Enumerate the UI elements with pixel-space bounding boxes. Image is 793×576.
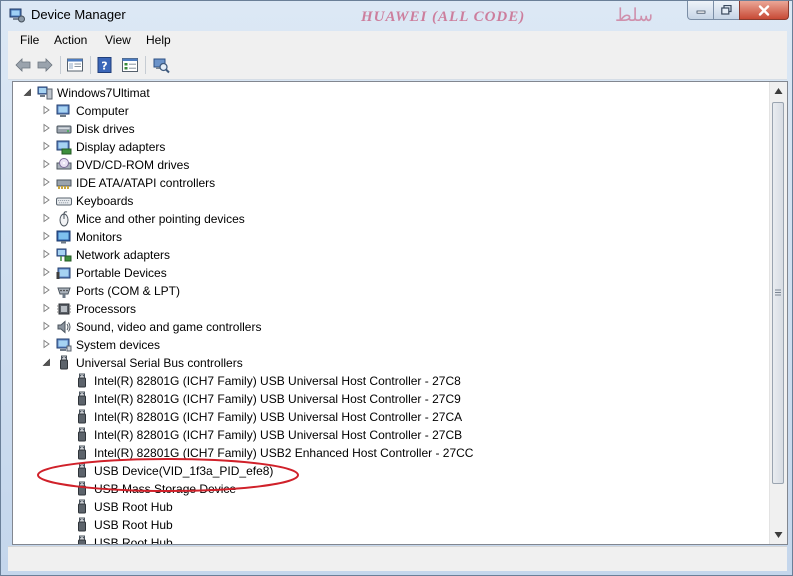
expand-arrow-icon[interactable]: [40, 176, 52, 188]
tree-item-label: USB Root Hub: [94, 536, 173, 544]
tree-item-label: Disk drives: [76, 122, 135, 136]
svg-text:?: ?: [101, 60, 107, 73]
device-manager-icon: [9, 8, 25, 23]
tree-item-label: Sound, video and game controllers: [76, 320, 262, 334]
tree-item-label: Display adapters: [76, 140, 166, 154]
portable-device-icon: [56, 267, 71, 279]
computer-icon: [56, 104, 70, 117]
mouse-icon: [59, 211, 69, 227]
scan-hardware-icon[interactable]: [152, 56, 170, 74]
toolbar-separator: [90, 56, 91, 74]
tree-item-label: Intel(R) 82801G (ICH7 Family) USB Univer…: [94, 428, 463, 442]
toolbar-separator: [145, 56, 146, 74]
close-button[interactable]: [739, 1, 789, 20]
tree-item-label: Portable Devices: [76, 266, 167, 280]
tree-item-label: USB Root Hub: [94, 500, 173, 514]
close-icon: [758, 4, 770, 16]
menu-file[interactable]: File: [20, 33, 39, 47]
tree-item-label: Windows7Ultimat: [57, 86, 150, 100]
menu-bar: File Action View Help: [8, 31, 787, 51]
tree-item-label: Intel(R) 82801G (ICH7 Family) USB Univer…: [94, 392, 461, 406]
scrollbar-thumb[interactable]: [772, 102, 784, 484]
expand-arrow-icon[interactable]: [40, 266, 52, 278]
restore-icon: [721, 5, 732, 15]
collapse-arrow-icon[interactable]: [40, 356, 52, 368]
menu-help[interactable]: Help: [146, 33, 171, 47]
usb-device-icon: [78, 373, 86, 388]
back-arrow-icon[interactable]: [14, 56, 32, 74]
expand-arrow-icon[interactable]: [40, 122, 52, 134]
show-hide-console-tree-icon[interactable]: [66, 56, 84, 74]
tree-item-label: System devices: [76, 338, 161, 352]
usb-icon: [60, 355, 68, 370]
restore-button[interactable]: [713, 1, 740, 20]
tree-item-label: Intel(R) 82801G (ICH7 Family) USB Univer…: [94, 410, 463, 424]
tree-item-label: Universal Serial Bus controllers: [76, 356, 243, 370]
help-icon[interactable]: ?: [96, 56, 114, 74]
menu-view[interactable]: View: [105, 33, 131, 47]
dvd-drive-icon: [56, 158, 72, 170]
network-adapter-icon: [56, 248, 72, 262]
root-computer-icon: [37, 86, 53, 100]
keyboard-icon: [56, 197, 72, 206]
vertical-scrollbar[interactable]: [769, 82, 787, 544]
sound-icon: [57, 320, 71, 334]
minimize-icon: [696, 10, 705, 14]
processor-icon: [57, 303, 71, 315]
usb-device-icon: [78, 391, 86, 406]
expand-arrow-icon[interactable]: [40, 320, 52, 332]
usb-device-icon: [78, 427, 86, 442]
expand-arrow-icon[interactable]: [40, 158, 52, 170]
tree-item-label: Intel(R) 82801G (ICH7 Family) USB Univer…: [94, 374, 461, 388]
device-manager-window: Device Manager HUAWEI (ALL CODE) ﺳﻠﻂ Fil…: [0, 0, 793, 576]
usb-device-icon: [78, 517, 86, 532]
disk-drive-icon: [56, 125, 72, 134]
usb-device-icon: [78, 535, 86, 544]
expand-arrow-icon[interactable]: [40, 212, 52, 224]
scroll-down-icon[interactable]: [774, 531, 783, 539]
tree-item-label: Processors: [76, 302, 137, 316]
usb-device-icon: [78, 409, 86, 424]
scrollbar-grip-icon: [775, 289, 781, 296]
minimize-button[interactable]: [687, 1, 714, 20]
forward-arrow-icon[interactable]: [36, 56, 54, 74]
tree-item-label: Ports (COM & LPT): [76, 284, 181, 298]
menu-action[interactable]: Action: [54, 33, 87, 47]
properties-icon[interactable]: [121, 56, 139, 74]
toolbar-separator: [60, 56, 61, 74]
usb-device-icon: [78, 499, 86, 514]
window-title: Device Manager: [31, 7, 126, 22]
watermark-glyph: ﺳﻠﻂ: [615, 5, 654, 26]
toolbar: ?: [8, 51, 787, 80]
tree-item-label: Monitors: [76, 230, 123, 244]
expand-arrow-icon[interactable]: [40, 338, 52, 350]
tree-item-label: DVD/CD-ROM drives: [76, 158, 190, 172]
display-adapter-icon: [56, 140, 72, 155]
tree-item-label: IDE ATA/ATAPI controllers: [76, 176, 216, 190]
tree-item-label: Computer: [76, 104, 129, 118]
port-icon: [57, 287, 71, 298]
expand-arrow-icon[interactable]: [40, 248, 52, 260]
expand-arrow-icon[interactable]: [40, 284, 52, 296]
collapse-arrow-icon[interactable]: [21, 86, 33, 98]
expand-arrow-icon[interactable]: [40, 104, 52, 116]
expand-arrow-icon[interactable]: [40, 230, 52, 242]
expand-arrow-icon[interactable]: [40, 140, 52, 152]
ide-controller-icon: [56, 179, 72, 189]
monitor-icon: [56, 230, 71, 244]
red-annotation-ellipse: [37, 458, 299, 492]
expand-arrow-icon[interactable]: [40, 194, 52, 206]
tree-item-label: Keyboards: [76, 194, 134, 208]
title-bar[interactable]: Device Manager HUAWEI (ALL CODE) ﺳﻠﻂ: [1, 1, 792, 29]
tree-item-label: Mice and other pointing devices: [76, 212, 245, 226]
system-device-icon: [56, 338, 72, 352]
expand-arrow-icon[interactable]: [40, 302, 52, 314]
tree-item-label: USB Root Hub: [94, 518, 173, 532]
watermark-text: HUAWEI (ALL CODE): [361, 9, 526, 25]
status-bar: [8, 546, 787, 571]
tree-item-label: Network adapters: [76, 248, 171, 262]
scroll-up-icon[interactable]: [774, 87, 783, 95]
